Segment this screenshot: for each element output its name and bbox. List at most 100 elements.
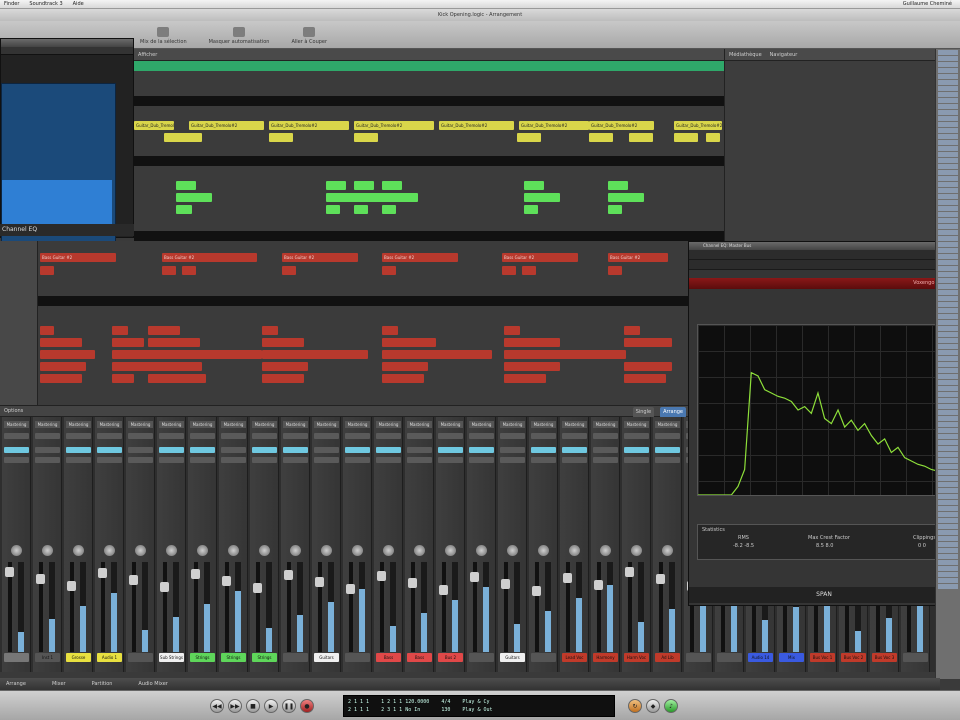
browser-list-item[interactable] [938, 356, 958, 361]
insert-slot[interactable] [469, 433, 494, 439]
region-bass-small[interactable] [40, 266, 54, 275]
browser-list-item[interactable] [938, 434, 958, 439]
pan-knob[interactable] [166, 545, 177, 556]
channel-strip[interactable]: Mastering Strings [219, 417, 248, 672]
browser-list-item[interactable] [938, 194, 958, 199]
region-vocal[interactable] [148, 326, 180, 335]
browser-list-item[interactable] [938, 80, 958, 85]
browser-list-item[interactable] [938, 296, 958, 301]
browser-list-item[interactable] [938, 110, 958, 115]
channel-strip[interactable]: Mastering Guitars [312, 417, 341, 672]
insert-slot[interactable] [562, 433, 587, 439]
play-button[interactable]: ▶ [264, 699, 278, 713]
browser-list-item[interactable] [938, 476, 958, 481]
region-vocal[interactable] [504, 326, 520, 335]
browser-list-item[interactable] [938, 488, 958, 493]
fader-cap[interactable] [5, 567, 14, 577]
browser-list-item[interactable] [938, 230, 958, 235]
fader-cap[interactable] [439, 585, 448, 595]
browser-list-item[interactable] [938, 98, 958, 103]
browser-list-item[interactable] [938, 86, 958, 91]
fader-cap[interactable] [315, 577, 324, 587]
browser-list-item[interactable] [938, 416, 958, 421]
arrange-area[interactable]: Guitar_Dub_Tremolo#2 Guitar_Dub_Tremolo#… [134, 71, 724, 241]
fader-cap[interactable] [408, 578, 417, 588]
pan-knob[interactable] [290, 545, 301, 556]
region-bass[interactable]: Bass Guitar #2 [608, 253, 668, 262]
region-midi[interactable] [354, 205, 368, 214]
tab-mixer-bottom[interactable]: Mixer [52, 678, 66, 690]
strip-label[interactable] [4, 653, 29, 662]
strip-label[interactable] [717, 653, 742, 662]
tab-browser[interactable]: Navigateur [770, 49, 798, 60]
insert-slot[interactable] [469, 447, 494, 453]
region-bass[interactable]: Bass Guitar #2 [162, 253, 257, 262]
region-vocal[interactable] [112, 338, 144, 347]
insert-slot[interactable] [159, 447, 184, 453]
browser-list-item[interactable] [938, 350, 958, 355]
plugin-titlebar[interactable]: Channel EQ: Master Bus [689, 242, 959, 250]
strip-label[interactable]: Bass [376, 653, 401, 662]
channel-strip[interactable]: Mastering Inst 1 [33, 417, 62, 672]
pan-knob[interactable] [662, 545, 673, 556]
region-vocal[interactable] [262, 338, 304, 347]
track-headers[interactable] [0, 241, 38, 406]
browser-list-item[interactable] [938, 50, 958, 55]
strip-label[interactable]: Audio 1 [97, 653, 122, 662]
region-vocal[interactable] [262, 350, 368, 359]
mixer-options-menu[interactable]: Options [4, 408, 23, 414]
cycle-button[interactable]: ↻ [628, 699, 642, 713]
region-midi[interactable] [524, 181, 544, 190]
region-vocal[interactable] [40, 374, 82, 383]
region-vocal[interactable] [40, 350, 95, 359]
strip-label[interactable] [345, 653, 370, 662]
region-audio[interactable]: Guitar_Dub_Tremolo#2 [589, 121, 654, 130]
toolbar-automation-button[interactable]: Masquer automatisation [209, 27, 269, 45]
insert-slot[interactable] [159, 457, 184, 463]
region-vocal[interactable] [262, 374, 304, 383]
tab-audio-mixer[interactable]: Audio Mixer [138, 678, 167, 690]
strip-label[interactable]: Bus Voc 2 [841, 653, 866, 662]
insert-slot[interactable] [655, 447, 680, 453]
fader-cap[interactable] [656, 574, 665, 584]
region-audio[interactable]: Guitar_Dub_Tremolo#2 [674, 121, 722, 130]
region-midi[interactable] [176, 205, 192, 214]
fader-cap[interactable] [532, 586, 541, 596]
channel-strip[interactable]: Mastering Bass [374, 417, 403, 672]
strip-label[interactable]: Guitars [314, 653, 339, 662]
browser-list-item[interactable] [938, 128, 958, 133]
region-audio[interactable]: Guitar_Dub_Tremolo#2 [134, 121, 174, 130]
region-vocal[interactable] [382, 350, 492, 359]
fader-cap[interactable] [470, 572, 479, 582]
region-audio[interactable]: Guitar_Dub_Tremolo#2 [439, 121, 514, 130]
insert-slot[interactable] [531, 433, 556, 439]
insert-slot[interactable] [35, 457, 60, 463]
browser-list-item[interactable] [938, 212, 958, 217]
insert-slot[interactable] [66, 447, 91, 453]
browser-list-item[interactable] [938, 278, 958, 283]
insert-slot[interactable] [35, 433, 60, 439]
region-audio-small[interactable] [589, 133, 613, 142]
channel-strip[interactable]: Mastering Strings [188, 417, 217, 672]
insert-slot[interactable] [500, 457, 525, 463]
pan-knob[interactable] [631, 545, 642, 556]
browser-list-item[interactable] [938, 518, 958, 523]
region-bass-small[interactable] [522, 266, 536, 275]
browser-list-item[interactable] [938, 398, 958, 403]
fader-cap[interactable] [563, 573, 572, 583]
strip-label[interactable]: Inst 1 [35, 653, 60, 662]
channel-strip[interactable]: Mastering [281, 417, 310, 672]
pan-knob[interactable] [42, 545, 53, 556]
strip-label[interactable] [686, 653, 711, 662]
insert-slot[interactable] [562, 457, 587, 463]
region-midi[interactable] [326, 181, 346, 190]
fader-cap[interactable] [625, 567, 634, 577]
browser-list-item[interactable] [938, 464, 958, 469]
insert-slot[interactable] [593, 457, 618, 463]
strip-label[interactable]: Strings [190, 653, 215, 662]
region-vocal[interactable] [262, 326, 278, 335]
browser-list-item[interactable] [938, 422, 958, 427]
pan-knob[interactable] [228, 545, 239, 556]
browser-list-item[interactable] [938, 134, 958, 139]
browser-list-item[interactable] [938, 254, 958, 259]
